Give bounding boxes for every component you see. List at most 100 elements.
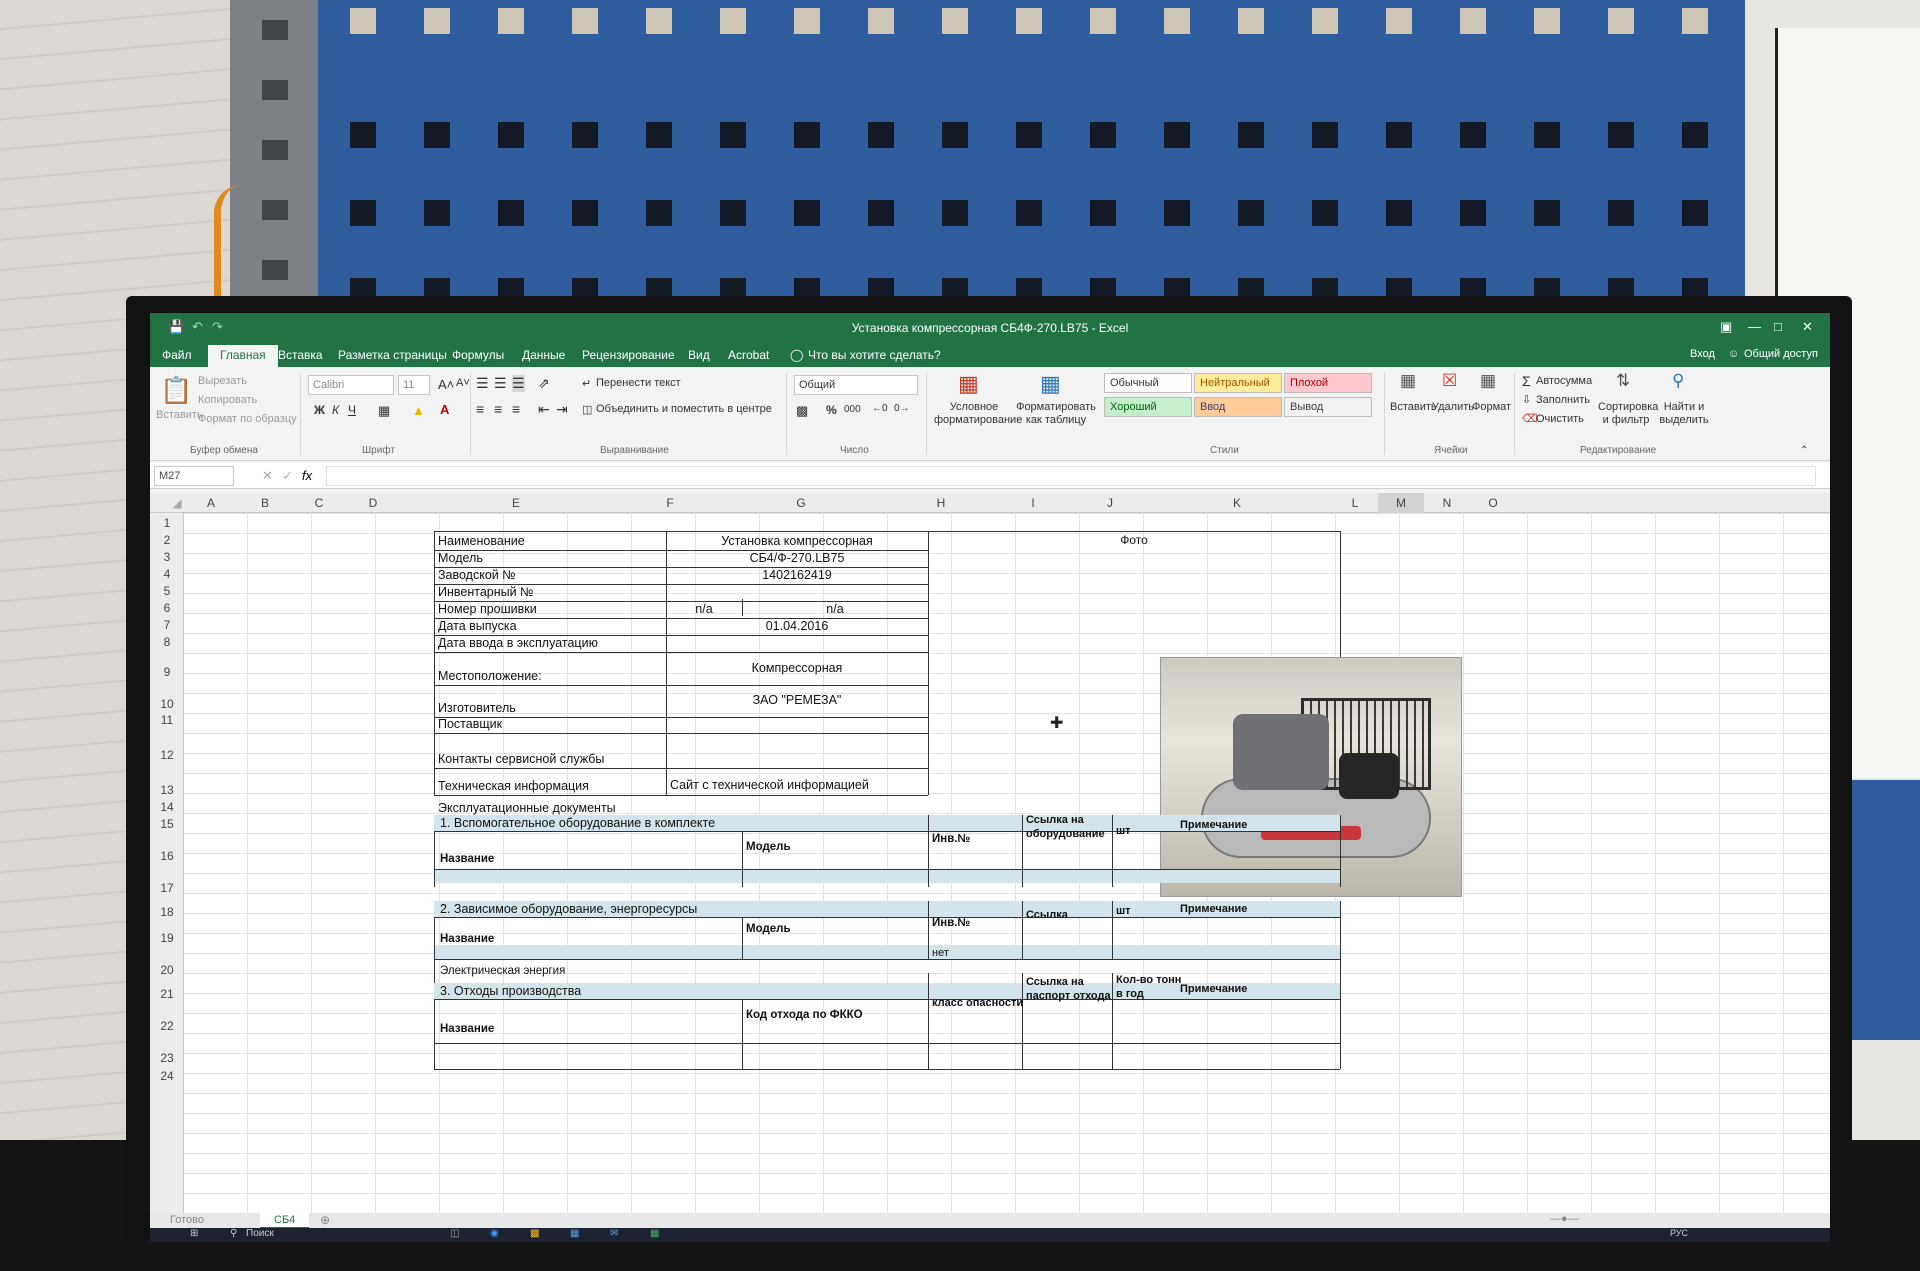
currency-icon[interactable]: ▩: [796, 403, 808, 419]
wrap-text-button[interactable]: Перенести текст: [596, 377, 681, 389]
row-header[interactable]: 12: [150, 748, 184, 762]
style-neutral[interactable]: Нейтральный: [1194, 373, 1282, 393]
column-header[interactable]: L: [1332, 496, 1378, 510]
align-middle-icon[interactable]: ☰: [494, 375, 507, 392]
row-header[interactable]: 14: [150, 800, 184, 814]
fill-button[interactable]: Заполнить: [1536, 394, 1590, 406]
align-bottom-icon[interactable]: ☰: [512, 375, 525, 392]
style-bad[interactable]: Плохой: [1284, 373, 1372, 393]
language-indicator[interactable]: РУС: [1670, 1228, 1688, 1238]
sort-filter-button[interactable]: Сортировка и фильтр: [1598, 401, 1658, 427]
column-header[interactable]: B: [238, 496, 292, 510]
decrease-decimal-icon[interactable]: 0→: [894, 403, 910, 414]
indent-decrease-icon[interactable]: ⇤: [538, 401, 550, 418]
format-as-table-button[interactable]: Форматировать как таблицу: [1016, 401, 1096, 427]
orientation-icon[interactable]: ⇗: [538, 375, 550, 392]
row-header[interactable]: 21: [150, 987, 184, 1001]
insert-cells-button[interactable]: Вставить: [1390, 401, 1437, 413]
fill-color-icon[interactable]: ▲: [412, 403, 425, 418]
tab-file[interactable]: Файл: [162, 348, 192, 362]
row-header[interactable]: 10: [150, 697, 184, 711]
tab-insert[interactable]: Вставка: [278, 348, 323, 362]
taskbar-search[interactable]: Поиск: [246, 1228, 274, 1239]
thousands-button[interactable]: 000: [844, 404, 861, 415]
edge-icon[interactable]: ◉: [490, 1228, 499, 1239]
column-header[interactable]: C: [292, 496, 346, 510]
field-value-secondary[interactable]: n/a: [742, 602, 928, 616]
style-normal[interactable]: Обычный: [1104, 373, 1192, 393]
field-value[interactable]: 1402162419: [666, 568, 928, 582]
row-header[interactable]: 11: [150, 713, 184, 727]
italic-button[interactable]: К: [332, 403, 339, 417]
add-sheet-icon[interactable]: ⊕: [320, 1213, 330, 1227]
row-header[interactable]: 22: [150, 1019, 184, 1033]
row-header[interactable]: 17: [150, 881, 184, 895]
row-header[interactable]: 8: [150, 635, 184, 649]
autosum-button[interactable]: Автосумма: [1536, 375, 1592, 387]
row-header[interactable]: 7: [150, 618, 184, 632]
conditional-formatting-button[interactable]: Условное форматирование: [934, 401, 1022, 427]
row-header[interactable]: 15: [150, 817, 184, 831]
mail-icon[interactable]: ✉: [610, 1228, 618, 1239]
copy-button[interactable]: Копировать: [198, 394, 257, 406]
formula-input[interactable]: [326, 466, 1816, 486]
align-center-icon[interactable]: ≡: [494, 401, 502, 417]
compressor-photo[interactable]: [1160, 657, 1462, 897]
tell-me-box[interactable]: Что вы хотите сделать?: [808, 348, 941, 362]
column-header[interactable]: E: [400, 496, 632, 510]
align-left-icon[interactable]: ≡: [476, 401, 484, 417]
delete-cells-button[interactable]: Удалить: [1432, 401, 1474, 413]
column-header[interactable]: G: [708, 496, 894, 510]
tab-review[interactable]: Рецензирование: [582, 348, 675, 362]
borders-icon[interactable]: ▦: [378, 403, 390, 419]
column-header[interactable]: I: [988, 496, 1078, 510]
column-header[interactable]: J: [1078, 496, 1142, 510]
row-header[interactable]: 20: [150, 963, 184, 977]
field-value[interactable]: ЗАО "РЕМЕЗА": [666, 693, 928, 707]
tab-acrobat[interactable]: Acrobat: [728, 348, 769, 362]
merge-center-button[interactable]: Объединить и поместить в центре: [596, 403, 772, 415]
sheet-tab[interactable]: СБ4: [260, 1213, 310, 1228]
row-header[interactable]: 24: [150, 1069, 184, 1083]
style-input[interactable]: Ввод: [1194, 397, 1282, 417]
column-header[interactable]: K: [1142, 496, 1332, 510]
paste-icon[interactable]: 📋: [160, 375, 192, 406]
minimize-icon[interactable]: —: [1748, 319, 1761, 334]
percent-button[interactable]: %: [826, 403, 837, 417]
row-header[interactable]: 9: [150, 665, 184, 679]
row-header[interactable]: 16: [150, 849, 184, 863]
align-top-icon[interactable]: ☰: [476, 375, 489, 392]
field-value[interactable]: n/a: [666, 602, 742, 616]
row-header[interactable]: 23: [150, 1051, 184, 1065]
tab-page-layout[interactable]: Разметка страницы: [338, 348, 447, 362]
row-header[interactable]: 5: [150, 584, 184, 598]
row-header[interactable]: 3: [150, 550, 184, 564]
excel-taskbar-icon[interactable]: ▦: [650, 1228, 659, 1239]
worksheet-grid[interactable]: Фото Наименование Установка компрессорная…: [184, 513, 1830, 1213]
row-header[interactable]: 6: [150, 601, 184, 615]
paste-button[interactable]: Вставить: [156, 409, 203, 421]
insert-function-button[interactable]: fx: [302, 468, 312, 483]
font-color-icon[interactable]: A: [440, 402, 449, 417]
underline-button[interactable]: Ч: [348, 403, 356, 417]
explorer-icon[interactable]: ▩: [530, 1228, 539, 1239]
tab-formulas[interactable]: Формулы: [452, 348, 504, 362]
row-header[interactable]: 13: [150, 783, 184, 797]
format-cells-button[interactable]: Формат: [1472, 401, 1511, 413]
font-size-box[interactable]: 11: [398, 375, 430, 395]
clear-button[interactable]: Очистить: [1536, 413, 1584, 425]
bold-button[interactable]: Ж: [314, 403, 325, 417]
style-good[interactable]: Хороший: [1104, 397, 1192, 417]
row-header[interactable]: 4: [150, 567, 184, 581]
cut-button[interactable]: Вырезать: [198, 375, 247, 387]
task-view-icon[interactable]: ◫: [450, 1228, 459, 1239]
field-value[interactable]: СБ4/Ф-270.LB75: [666, 551, 928, 565]
collapse-ribbon-icon[interactable]: ⌃: [1800, 445, 1808, 456]
enter-icon[interactable]: ✓: [282, 468, 293, 484]
maximize-icon[interactable]: □: [1774, 319, 1782, 334]
row-header[interactable]: 1: [150, 516, 184, 530]
column-header-selected[interactable]: M: [1378, 493, 1424, 513]
column-header[interactable]: O: [1470, 496, 1516, 510]
row-header[interactable]: 19: [150, 931, 184, 945]
store-icon[interactable]: ▦: [570, 1228, 579, 1239]
